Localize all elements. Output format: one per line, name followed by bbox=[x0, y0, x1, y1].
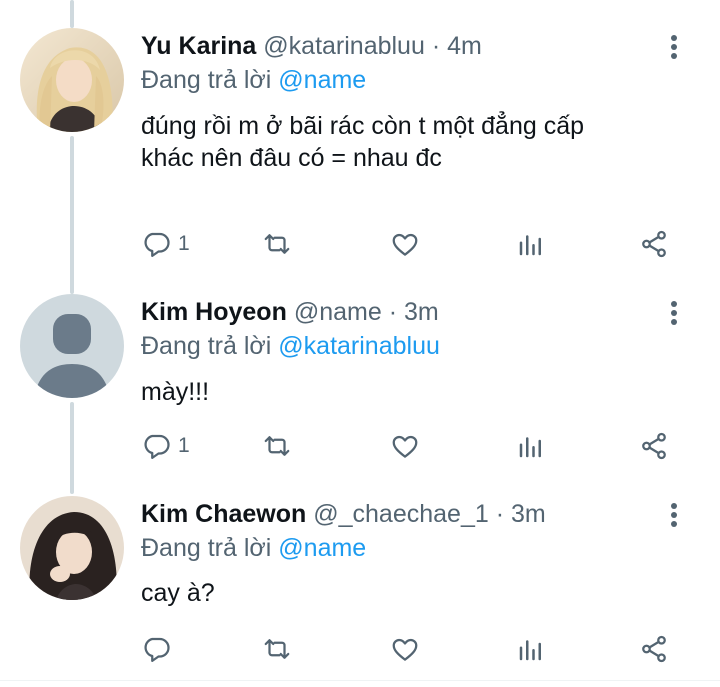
default-avatar-icon bbox=[20, 294, 124, 398]
retweet-button[interactable] bbox=[262, 227, 292, 261]
tweet-text-line: mày!!! bbox=[141, 378, 210, 406]
reply-count: 1 bbox=[178, 434, 190, 457]
mention-link[interactable]: @name bbox=[278, 534, 366, 562]
reply-button[interactable] bbox=[141, 632, 178, 666]
like-button[interactable] bbox=[390, 632, 420, 666]
more-icon[interactable] bbox=[662, 298, 686, 328]
more-icon[interactable] bbox=[662, 32, 686, 62]
timestamp[interactable]: 3m bbox=[404, 298, 439, 326]
reply-button[interactable]: 1 bbox=[141, 227, 190, 261]
share-button[interactable] bbox=[639, 632, 669, 666]
replying-to: Đang trả lời @name bbox=[141, 62, 366, 98]
analytics-icon bbox=[519, 235, 541, 256]
display-name[interactable]: Yu Karina bbox=[141, 32, 256, 60]
separator-dot: · bbox=[388, 298, 398, 326]
share-button[interactable] bbox=[639, 227, 669, 261]
reply-tweet[interactable]: Kim Chaewon @_chaechae_1 · 3m Đang trả l… bbox=[0, 470, 720, 680]
analytics-button[interactable] bbox=[516, 632, 546, 666]
tweet-header: Kim Hoyeon @name · 3m bbox=[141, 292, 439, 332]
tweet-header: Kim Chaewon @_chaechae_1 · 3m bbox=[141, 494, 546, 534]
divider bbox=[0, 680, 720, 681]
avatar[interactable] bbox=[20, 294, 124, 398]
analytics-button[interactable] bbox=[516, 429, 546, 463]
profile-photo bbox=[20, 28, 124, 132]
share-button[interactable] bbox=[639, 429, 669, 463]
action-bar: 1 bbox=[141, 227, 681, 261]
mention-link[interactable]: @name bbox=[278, 66, 366, 94]
replying-label: Đang trả lời bbox=[141, 66, 272, 94]
tweet-text: đúng rồi m ở bãi rác còn t một đẳng cấp … bbox=[141, 110, 681, 174]
replying-label: Đang trả lời bbox=[141, 332, 272, 360]
tweet-text-line: cay à? bbox=[141, 579, 215, 607]
like-icon bbox=[392, 638, 418, 661]
share-icon bbox=[642, 432, 666, 460]
reply-button[interactable]: 1 bbox=[141, 429, 190, 463]
like-icon bbox=[392, 435, 418, 458]
replying-to: Đang trả lời @katarinabluu bbox=[141, 328, 440, 364]
like-button[interactable] bbox=[390, 227, 420, 261]
avatar[interactable] bbox=[20, 496, 124, 600]
profile-photo bbox=[20, 496, 124, 600]
timestamp[interactable]: 4m bbox=[447, 32, 482, 60]
reply-icon bbox=[144, 232, 170, 257]
replying-to: Đang trả lời @name bbox=[141, 530, 366, 566]
retweet-button[interactable] bbox=[262, 429, 292, 463]
reply-count: 1 bbox=[178, 232, 190, 255]
retweet-icon bbox=[264, 436, 290, 456]
tweet-text-line: đúng rồi m ở bãi rác còn t một đẳng cấp bbox=[141, 112, 585, 140]
tweet-text: cay à? bbox=[141, 577, 681, 609]
action-bar: 1 bbox=[141, 429, 681, 463]
user-handle[interactable]: @_chaechae_1 bbox=[313, 500, 489, 528]
retweet-icon bbox=[264, 639, 290, 659]
share-icon bbox=[642, 635, 666, 663]
user-handle[interactable]: @name bbox=[294, 298, 382, 326]
display-name[interactable]: Kim Chaewon bbox=[141, 500, 306, 528]
replying-label: Đang trả lời bbox=[141, 534, 272, 562]
timestamp[interactable]: 3m bbox=[511, 500, 546, 528]
tweet-text-line: khác nên đâu có = nhau đc bbox=[141, 144, 442, 172]
reply-icon bbox=[144, 637, 170, 662]
action-bar bbox=[141, 632, 681, 666]
like-icon bbox=[392, 233, 418, 256]
separator-dot: · bbox=[495, 500, 505, 528]
retweet-button[interactable] bbox=[262, 632, 292, 666]
tweet-header: Yu Karina @katarinabluu · 4m bbox=[141, 26, 482, 66]
separator-dot: · bbox=[431, 32, 441, 60]
analytics-icon bbox=[519, 640, 541, 661]
retweet-icon bbox=[264, 234, 290, 254]
reply-tweet[interactable]: Kim Hoyeon @name · 3m Đang trả lời @kata… bbox=[0, 270, 720, 470]
user-handle[interactable]: @katarinabluu bbox=[263, 32, 425, 60]
reply-tweet[interactable]: Yu Karina @katarinabluu · 4m Đang trả lờ… bbox=[0, 0, 720, 270]
display-name[interactable]: Kim Hoyeon bbox=[141, 298, 287, 326]
analytics-icon bbox=[519, 437, 541, 458]
share-icon bbox=[642, 230, 666, 258]
analytics-button[interactable] bbox=[516, 227, 546, 261]
like-button[interactable] bbox=[390, 429, 420, 463]
avatar[interactable] bbox=[20, 28, 124, 132]
tweet-text: mày!!! bbox=[141, 376, 681, 408]
reply-icon bbox=[144, 434, 170, 459]
more-icon[interactable] bbox=[662, 500, 686, 530]
mention-link[interactable]: @katarinabluu bbox=[278, 332, 440, 360]
